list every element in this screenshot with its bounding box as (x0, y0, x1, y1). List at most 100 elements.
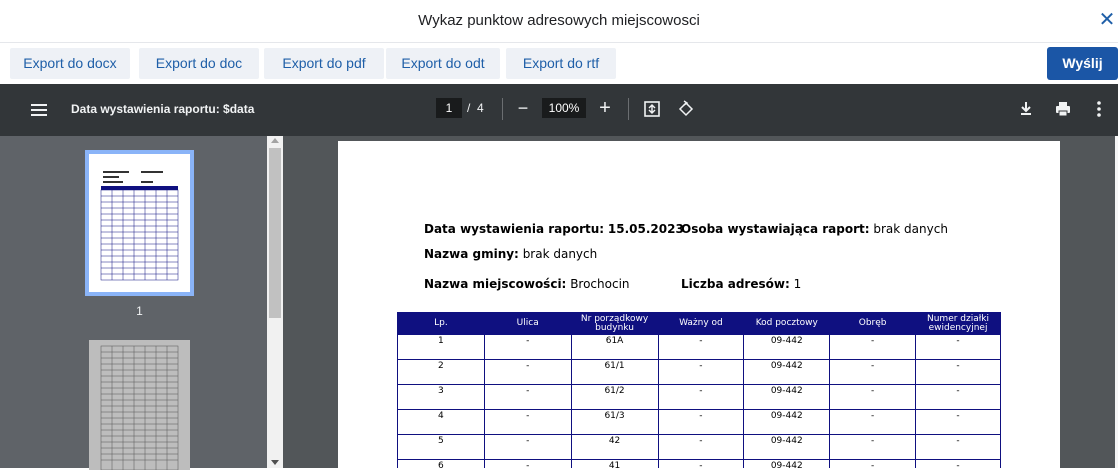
report-issuer-label: Osoba wystawiająca raport: (681, 222, 870, 236)
table-cell: 09-442 (743, 409, 831, 435)
document-viewport: Data wystawienia raportu: 15.05.2023 Oso… (283, 136, 1118, 468)
table-cell: - (915, 359, 1001, 385)
miejscowosc-label: Nazwa miejscowości: (424, 277, 567, 291)
table-cell: 2 (397, 359, 485, 385)
table-cell: - (657, 409, 745, 435)
table-cell: 09-442 (743, 384, 831, 410)
column-header: Ulica (483, 312, 572, 335)
rotate-icon[interactable] (676, 99, 696, 119)
table-cell: - (657, 334, 745, 360)
report-date-value: 15.05.2023 (607, 222, 684, 236)
column-header: Kod pocztowy (743, 312, 831, 335)
page-count: / 4 (467, 101, 484, 115)
pdf-page: Data wystawienia raportu: 15.05.2023 Oso… (338, 141, 1060, 468)
thumbnail-page-number: 1 (136, 304, 143, 318)
export-doc-button[interactable]: Export do doc (139, 48, 259, 79)
column-header: Lp. (397, 312, 485, 335)
table-cell: 09-442 (743, 459, 831, 468)
table-row: 2-61/1-09-442- - (397, 359, 1001, 385)
table-cell: - (829, 359, 917, 385)
thumbnail-sidebar: 1 (0, 136, 283, 470)
page-number-input[interactable]: 1 (436, 98, 462, 118)
table-cell: - (483, 459, 572, 468)
report-issuer-value: brak danych (873, 222, 948, 236)
table-cell: 61/1 (570, 359, 659, 385)
table-cell: - (483, 384, 572, 410)
table-cell: - (915, 434, 1001, 460)
table-cell: - (483, 359, 572, 385)
zoom-in-icon[interactable]: + (596, 97, 614, 119)
toolbar-divider (628, 98, 629, 120)
table-cell: - (657, 359, 745, 385)
gmina-value: brak danych (522, 247, 598, 261)
table-cell: 6 (397, 459, 485, 468)
scrollbar-thumb[interactable] (269, 148, 281, 318)
column-header: Numer działki ewidencyjnej (915, 312, 1001, 335)
table-cell: 41 (570, 459, 659, 468)
zoom-out-icon[interactable]: − (514, 98, 532, 118)
menu-icon[interactable] (29, 101, 49, 119)
gmina-label: Nazwa gminy: (424, 247, 519, 261)
table-cell: - (829, 334, 917, 360)
page-thumbnail-1[interactable] (85, 150, 194, 296)
table-row: 3-61/2-09-442- - (397, 384, 1001, 410)
column-header: Nr porządkowy budynku (570, 312, 659, 335)
table-cell: - (829, 434, 917, 460)
more-icon[interactable] (1089, 99, 1109, 119)
table-cell: 3 (397, 384, 485, 410)
gmina-name: Nazwa gminy: brak danych (424, 247, 597, 261)
table-cell: - (915, 409, 1001, 435)
column-header: Obręb (829, 312, 917, 335)
table-cell: 5 (397, 434, 485, 460)
table-row: 4-61/3-09-442- - (397, 409, 1001, 435)
sidebar-scrollbar[interactable] (267, 136, 283, 468)
table-cell: 09-442 (743, 334, 831, 360)
page-thumbnail-2[interactable] (89, 340, 190, 470)
zoom-input[interactable]: 100% (542, 98, 586, 118)
table-cell: - (915, 334, 1001, 360)
export-toolbar: Export do docx Export do doc Export do p… (0, 42, 1118, 84)
viewer-title: Data wystawienia raportu: $data (71, 102, 255, 116)
dialog-header: Wykaz punktow adresowych miejscowosci ✕ (0, 0, 1118, 42)
table-cell: 42 (570, 434, 659, 460)
miejscowosc-value: Brochocin (570, 277, 630, 291)
table-header-row: Lp. Ulica Nr porządkowy budynku Ważny od… (397, 312, 1001, 335)
fit-page-icon[interactable] (642, 99, 662, 119)
thumbnail-image (89, 154, 190, 292)
export-odt-button[interactable]: Export do odt (386, 48, 500, 79)
close-icon[interactable]: ✕ (1096, 8, 1118, 32)
export-rtf-button[interactable]: Export do rtf (506, 48, 616, 79)
page-separator: / (467, 101, 471, 115)
download-icon[interactable] (1016, 99, 1036, 119)
send-button[interactable]: Wyślij (1047, 47, 1118, 80)
pdf-viewer-toolbar: Data wystawienia raportu: $data 1 / 4 − … (0, 84, 1118, 136)
table-cell: 09-442 (743, 434, 831, 460)
scroll-up-arrow[interactable] (271, 138, 279, 143)
export-pdf-button[interactable]: Export do pdf (264, 48, 384, 79)
address-count: Liczba adresów: 1 (681, 277, 801, 291)
table-cell: - (657, 384, 745, 410)
table-row: 1-61A -09-442- - (397, 334, 1001, 360)
table-cell: 61/2 (570, 384, 659, 410)
print-icon[interactable] (1053, 99, 1073, 119)
scroll-down-arrow[interactable] (271, 460, 279, 465)
table-cell: - (915, 384, 1001, 410)
report-date-label: Data wystawienia raportu: (424, 222, 605, 236)
table-cell: 61/3 (570, 409, 659, 435)
table-cell: - (657, 434, 745, 460)
column-header: Ważny od (657, 312, 745, 335)
table-row: 6-41-09-442- - (397, 459, 1001, 468)
table-cell: 61A (570, 334, 659, 360)
table-cell: - (829, 409, 917, 435)
table-row: 5-42-09-442- - (397, 434, 1001, 460)
table-cell: 1 (397, 334, 485, 360)
table-cell: - (915, 459, 1001, 468)
toolbar-divider (502, 98, 503, 120)
table-cell: 4 (397, 409, 485, 435)
table-cell: - (483, 334, 572, 360)
table-cell: 09-442 (743, 359, 831, 385)
dialog-title: Wykaz punktow adresowych miejscowosci (418, 12, 700, 29)
export-docx-button[interactable]: Export do docx (10, 48, 130, 79)
table-cell: - (657, 459, 745, 468)
table-cell: - (829, 459, 917, 468)
